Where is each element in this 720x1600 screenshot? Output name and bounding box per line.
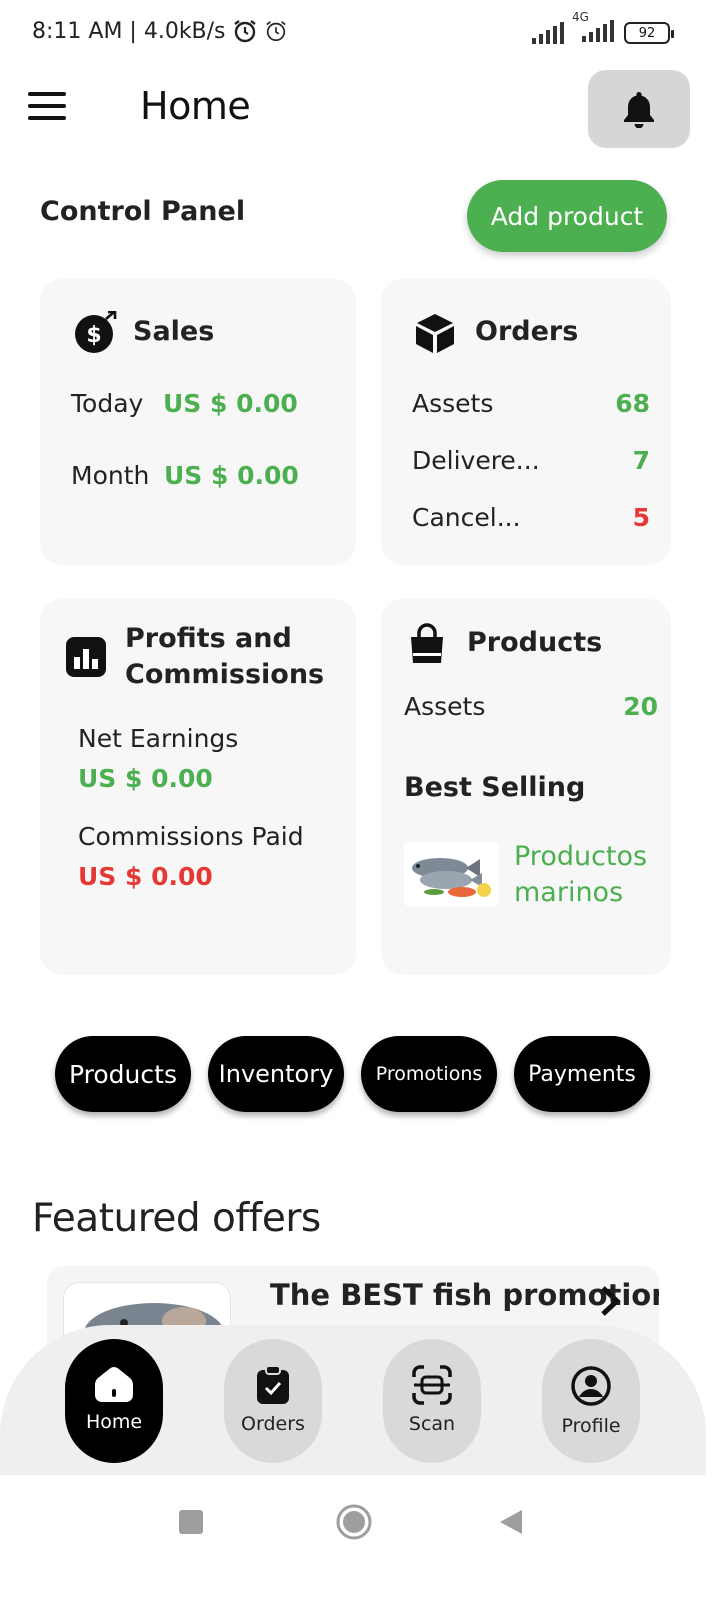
network-type: 4G [572,10,589,24]
alarm-outline-icon [265,21,286,42]
shopping-bag-icon [411,623,443,663]
dollar-bag-icon: $ [75,311,117,353]
sales-title: Sales [133,316,215,347]
promotions-pill-button[interactable]: Promotions [361,1036,497,1112]
orders-assets-label: Assets [412,389,494,418]
recent-apps-icon[interactable] [178,1509,204,1535]
battery-icon: 92 [624,22,674,44]
nav-home-label: Home [85,1411,143,1433]
orders-cancelled-label: Cancel... [412,503,521,532]
nav-scan-label: Scan [408,1413,456,1435]
battery-level: 92 [638,25,656,41]
products-assets-value: 20 [623,692,658,721]
products-title: Products [467,627,603,658]
products-assets-label: Assets [404,692,486,721]
scan-icon [412,1365,452,1405]
best-selling-name-line1: Productos [514,841,648,872]
sales-month-value: US $ 0.00 [164,461,299,490]
chevron-right-icon[interactable] [597,1284,625,1318]
profits-title-line2: Commissions [125,659,325,690]
best-selling-name[interactable]: Productos marinos [514,839,647,911]
bar-chart-icon [66,637,106,677]
status-left: 8:11 AM | 4.0kB/s [32,18,288,44]
back-triangle-icon[interactable] [498,1508,524,1536]
fish-image [412,858,491,897]
control-panel-title: Control Panel [40,196,246,227]
home-icon [95,1367,133,1402]
clipboard-check-icon [257,1365,289,1404]
best-selling-name-line2: marinos [514,877,624,908]
commissions-label: Commissions Paid [78,822,304,851]
payments-pill-button[interactable]: Payments [514,1036,650,1112]
page-title: Home [140,84,251,128]
products-pill-button[interactable]: Products [55,1036,191,1112]
sales-card[interactable]: $ Sales Today US $ 0.00 Month US $ 0.00 [40,279,356,565]
products-card[interactable]: Products Assets 20 Best Selling Producto… [381,599,671,975]
orders-delivered-value: 7 [632,446,650,475]
status-right: 4G 92 [532,10,674,46]
featured-offers-title: Featured offers [32,1196,321,1241]
orders-card[interactable]: Orders Assets 68 Delivere... 7 Cancel...… [381,279,671,565]
best-selling-title: Best Selling [404,772,586,803]
sales-month-label: Month [71,461,150,490]
nav-profile-label: Profile [561,1415,621,1437]
nav-home[interactable]: Home [65,1339,163,1463]
status-bar: 8:11 AM | 4.0kB/s 4G 92 [0,0,720,68]
box-icon [416,314,454,353]
alarm-icon [233,20,256,43]
notifications-button[interactable] [588,70,690,148]
bottom-navigation: Home Orders Scan Profile [0,1325,706,1475]
profile-icon [571,1366,611,1406]
orders-title: Orders [475,316,579,347]
orders-delivered-label: Delivere... [412,446,540,475]
signal-icon [532,22,564,44]
net-earnings-value: US $ 0.00 [78,764,213,793]
svg-text:$: $ [86,323,101,348]
commissions-value: US $ 0.00 [78,862,213,891]
system-navigation-bar [0,1475,720,1600]
orders-cancelled-value: 5 [632,503,650,532]
profits-title: Profits and Commissions [125,621,324,693]
bell-icon [624,92,654,128]
inventory-pill-button[interactable]: Inventory [208,1036,344,1112]
nav-orders[interactable]: Orders [224,1339,322,1463]
profits-title-line1: Profits and [125,623,292,654]
sales-today-value: US $ 0.00 [163,389,298,418]
hamburger-menu-icon[interactable] [28,92,66,124]
nav-profile[interactable]: Profile [542,1339,640,1463]
nav-scan[interactable]: Scan [383,1339,481,1463]
add-product-button[interactable]: Add product [467,180,667,252]
net-earnings-label: Net Earnings [78,724,239,753]
home-circle-icon[interactable] [335,1503,373,1541]
sales-today-label: Today [71,389,144,418]
nav-orders-label: Orders [241,1413,305,1435]
status-time-speed: 8:11 AM | 4.0kB/s [32,18,226,44]
profits-card[interactable]: Profits and Commissions Net Earnings US … [40,599,356,975]
best-selling-image[interactable] [404,842,498,906]
orders-assets-value: 68 [615,389,650,418]
signal-4g: 4G [572,10,614,46]
